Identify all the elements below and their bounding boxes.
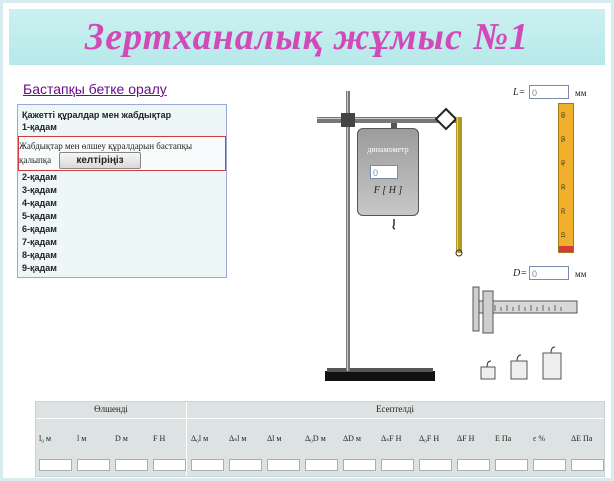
wire-clamp[interactable] <box>434 107 458 131</box>
col-delta0-F: Δ₀F Н <box>419 434 440 443</box>
cell-delta0-F[interactable] <box>419 459 452 471</box>
stand-base[interactable] <box>325 371 435 381</box>
caliper[interactable] <box>467 283 581 337</box>
col-delta0-D: Δ₀D м <box>305 434 326 443</box>
steps-panel: Қажетті құралдар мен жабдықтар 1-қадам Ж… <box>17 104 227 278</box>
dynamometer[interactable]: динамометр 0 F [ H ] <box>357 128 419 216</box>
cell-l0[interactable] <box>39 459 72 471</box>
length-unit: мм <box>575 88 587 98</box>
app-frame: Зертханалық жұмыс №1 Бастапқы бетке орал… <box>0 0 614 481</box>
step-2[interactable]: 2-қадам <box>22 172 57 182</box>
col-epsilon: ε % <box>533 434 546 443</box>
force-unit-label: F [ H ] <box>373 185 403 196</box>
col-deltas-F: ΔₛF Н <box>381 434 402 443</box>
ruler-tick-20: 20 <box>560 208 567 214</box>
title-banner: Зертханалық жұмыс №1 <box>9 9 605 65</box>
col-delta0-l: Δ₀l м <box>191 434 209 443</box>
results-table: Өлшенді Есептелді l₀ м l м D м F Н Δ₀l м… <box>35 401 605 477</box>
equipment-heading[interactable]: Қажетті құралдар мен жабдықтар <box>22 110 171 120</box>
dynamometer-label: динамометр <box>367 145 409 154</box>
diameter-input[interactable]: 0 <box>529 266 569 280</box>
cell-deltas-l[interactable] <box>229 459 262 471</box>
dynamometer-readout: 0 <box>370 165 398 179</box>
cell-F[interactable] <box>153 459 186 471</box>
cell-delta-D[interactable] <box>343 459 376 471</box>
computed-header: Есептелді <box>376 404 414 414</box>
col-E: E Па <box>495 434 512 443</box>
length-input[interactable]: 0 <box>529 85 569 99</box>
cell-delta-l[interactable] <box>267 459 300 471</box>
reset-button[interactable]: келтіріңіз <box>59 152 141 169</box>
cell-E[interactable] <box>495 459 528 471</box>
col-l: l м <box>77 434 87 443</box>
step-9[interactable]: 9-қадам <box>22 263 57 273</box>
ruler-tick-30: 30 <box>560 184 567 190</box>
cell-delta0-D[interactable] <box>305 459 338 471</box>
diameter-unit: мм <box>575 269 587 279</box>
measured-header: Өлшенді <box>94 404 128 414</box>
col-F: F Н <box>153 434 166 443</box>
step-3[interactable]: 3-қадам <box>22 185 57 195</box>
cell-deltas-F[interactable] <box>381 459 414 471</box>
col-delta-F: ΔF Н <box>457 434 475 443</box>
ruler[interactable]: 60 50 40 30 20 10 <box>558 103 574 253</box>
stand-clamp[interactable] <box>341 113 355 127</box>
weights-group <box>480 346 562 380</box>
step-6[interactable]: 6-қадам <box>22 224 57 234</box>
step-1-instruction-box: Жабдықтар мен өлшеу құралдарын бастапқы … <box>18 136 226 171</box>
step-4[interactable]: 4-қадам <box>22 198 57 208</box>
cell-l[interactable] <box>77 459 110 471</box>
weight-medium[interactable] <box>510 354 528 380</box>
ruler-tick-50: 50 <box>560 136 567 142</box>
length-label: L= <box>513 87 526 98</box>
col-delta-l: Δl м <box>267 434 282 443</box>
col-D: D м <box>115 434 128 443</box>
back-to-home-link[interactable]: Бастапқы бетке оралу <box>23 81 167 97</box>
cell-D[interactable] <box>115 459 148 471</box>
weight-large[interactable] <box>542 346 562 380</box>
diameter-label: D= <box>513 268 527 279</box>
step-7[interactable]: 7-қадам <box>22 237 57 247</box>
col-delta-E: ΔE Па <box>571 434 593 443</box>
step-1[interactable]: 1-қадам <box>22 122 57 132</box>
step-5[interactable]: 5-қадам <box>22 211 57 221</box>
test-wire <box>456 117 462 253</box>
ruler-tick-60: 60 <box>560 112 567 118</box>
step-8[interactable]: 8-қадам <box>22 250 57 260</box>
weight-small[interactable] <box>480 360 496 380</box>
col-l0: l₀ м <box>39 434 52 443</box>
ruler-tick-40: 40 <box>560 160 567 166</box>
ruler-tick-10: 10 <box>560 232 567 238</box>
col-deltas-l: Δₛl м <box>229 434 247 443</box>
page-title: Зертханалық жұмыс №1 <box>84 16 530 58</box>
col-delta-D: ΔD м <box>343 434 361 443</box>
cell-delta-F[interactable] <box>457 459 490 471</box>
cell-epsilon[interactable] <box>533 459 566 471</box>
cell-delta0-l[interactable] <box>191 459 224 471</box>
cell-delta-E[interactable] <box>571 459 604 471</box>
